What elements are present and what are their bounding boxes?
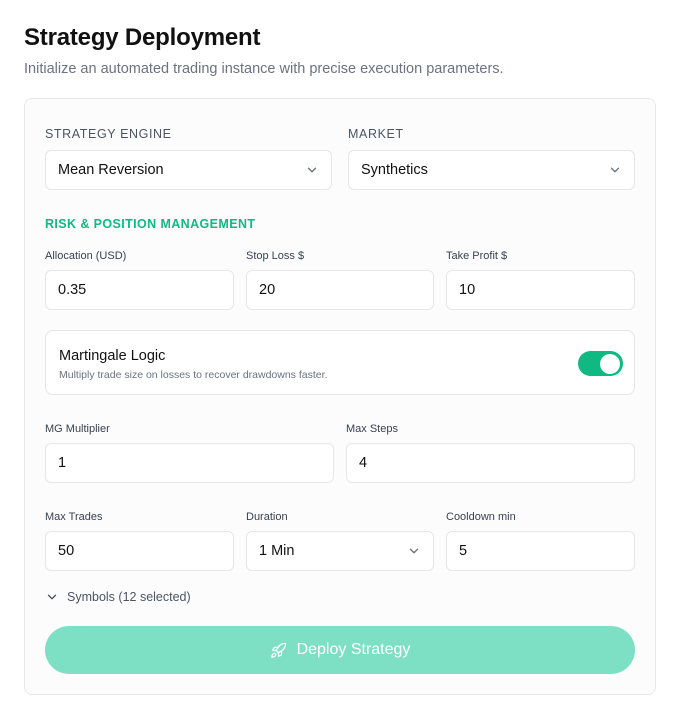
page-subtitle: Initialize an automated trading instance…: [24, 61, 504, 77]
mg-multiplier-label: MG Multiplier: [45, 423, 110, 435]
take-profit-label: Take Profit $: [446, 250, 508, 262]
max-steps-label: Max Steps: [346, 423, 398, 435]
take-profit-input[interactable]: 10: [446, 270, 635, 310]
martingale-title: Martingale Logic: [59, 348, 166, 364]
deployment-form-card: STRATEGY ENGINE Mean Reversion MARKET Sy…: [24, 98, 656, 695]
duration-value: 1 Min: [259, 543, 295, 559]
market-value: Synthetics: [361, 162, 428, 178]
strategy-engine-value: Mean Reversion: [58, 162, 164, 178]
deploy-strategy-button[interactable]: Deploy Strategy: [45, 626, 635, 674]
chevron-down-icon: [610, 167, 620, 173]
duration-label: Duration: [246, 511, 288, 523]
toggle-knob: [600, 353, 620, 374]
risk-section-heading: RISK & POSITION MANAGEMENT: [45, 217, 256, 231]
martingale-toggle-switch[interactable]: [578, 351, 623, 376]
max-trades-input[interactable]: 50: [45, 531, 234, 571]
market-select[interactable]: Synthetics: [348, 150, 635, 190]
mg-multiplier-input[interactable]: 1: [45, 443, 334, 483]
chevron-down-icon: [307, 167, 317, 173]
strategy-engine-label: STRATEGY ENGINE: [45, 127, 172, 141]
max-steps-input[interactable]: 4: [346, 443, 635, 483]
max-trades-label: Max Trades: [45, 511, 103, 523]
strategy-engine-select[interactable]: Mean Reversion: [45, 150, 332, 190]
allocation-input[interactable]: 0.35: [45, 270, 234, 310]
page: Strategy Deployment Initialize an automa…: [0, 0, 677, 711]
rocket-icon: [270, 642, 286, 658]
martingale-description: Multiply trade size on losses to recover…: [59, 369, 328, 381]
cooldown-input[interactable]: 5: [446, 531, 635, 571]
stop-loss-input[interactable]: 20: [246, 270, 434, 310]
symbols-label: Symbols (12 selected): [67, 590, 191, 604]
market-label: MARKET: [348, 127, 404, 141]
chevron-down-icon: [409, 548, 419, 554]
duration-select[interactable]: 1 Min: [246, 531, 434, 571]
allocation-label: Allocation (USD): [45, 250, 127, 262]
cooldown-label: Cooldown min: [446, 511, 516, 523]
chevron-down-icon: [47, 594, 57, 600]
symbols-toggle[interactable]: Symbols (12 selected): [45, 589, 191, 605]
page-title: Strategy Deployment: [24, 24, 261, 51]
deploy-button-label: Deploy Strategy: [296, 641, 411, 658]
stop-loss-label: Stop Loss $: [246, 250, 305, 262]
martingale-toggle-card: Martingale Logic Multiply trade size on …: [45, 330, 635, 395]
